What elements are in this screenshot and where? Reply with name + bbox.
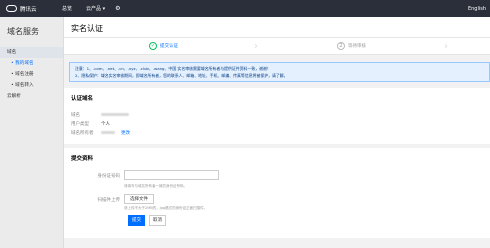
submit-button[interactable]: 提交 [128,214,145,226]
step-submit: ✓ 提交认证 [149,42,178,50]
change-owner-link[interactable]: 更改 [121,130,130,136]
brand-logo[interactable]: 腾讯云 [0,5,55,13]
top-bar: 腾讯云 总览 云产品 ▾ ⚙ English [0,0,490,17]
redacted-value [101,113,129,116]
sidebar-group-dns[interactable]: 云解析 [0,91,63,102]
user-type-row: 用户类型 个人 [71,119,483,128]
sidebar-title: 域名服务 [7,27,39,36]
sidebar-group-domain[interactable]: 域名 [0,47,63,58]
nav-products[interactable]: 云产品 ▾ [79,5,112,12]
notice-line-2: 2、隐私保护：域名实名审核期间，即域名所有者，您的联系人、邮箱、地址、手机、邮编… [75,73,288,78]
language-link[interactable]: English [468,6,490,12]
row-label: 用户类型 [71,121,89,127]
sidebar: 域名服务 域名 • 我的域名 • 域名注册 • 域名转入 云解析 [0,17,64,248]
upload-row: 扫描件上传 选择文件 请上传不大于2MB的，jpg格式的身份证正面扫描件。 [71,193,483,211]
nav-overview[interactable]: 总览 [55,5,79,12]
field-label: 身份证号码 [97,174,121,179]
redacted-value [101,131,115,134]
sidebar-item-transfer[interactable]: • 域名转入 [0,80,63,91]
step-label: 提交认证 [160,44,178,49]
cancel-button[interactable]: 取消 [149,214,166,226]
row-label: 域名 [71,112,80,118]
gear-icon[interactable]: ⚙ [115,5,120,12]
help-text: 请上传不大于2MB的，jpg格式的身份证正面扫描件。 [124,205,208,210]
chevron-right-icon: › [444,41,448,52]
top-nav: 总览 云产品 ▾ ⚙ [55,5,121,12]
chevron-right-icon: › [254,41,258,52]
section-title: 认证域名 [71,96,94,102]
notice-box: 注意：1、.com、.net、.cn、.xyz、.club、.wang、中国 实… [69,62,490,82]
section-title: 提交资料 [71,156,94,162]
form-actions: 提交 取消 [128,214,483,226]
brand-name: 腾讯云 [20,6,37,13]
page-title: 实名认证 [64,17,490,38]
cloud-icon [6,5,17,12]
help-text: 请填写与域名所有者一致的身份证号码。 [124,183,187,188]
id-number-input[interactable] [124,170,219,180]
domain-info-section: 认证域名 域名 用户类型 个人 域名所有者 更改 [64,88,490,144]
choose-file-button[interactable]: 选择文件 [124,193,154,204]
row-value: 个人 [101,121,110,127]
step-number: 2 [337,42,345,50]
domain-row: 域名 [71,110,483,119]
submit-section: 提交资料 身份证号码 请填写与域名所有者一致的身份证号码。 扫描件上传 选择文件… [64,148,490,238]
id-number-row: 身份证号码 请填写与域名所有者一致的身份证号码。 [71,170,483,189]
row-label: 域名所有者 [71,130,94,136]
step-label: 等待审核 [348,44,366,49]
notice-line-1: 注意：1、.com、.net、.cn、.xyz、.club、.wang、中国 实… [75,66,271,71]
sidebar-item-my-domains[interactable]: • 我的域名 [0,58,63,69]
field-label: 扫描件上传 [97,197,121,203]
step-review: 2 等待审核 [337,42,366,50]
main-content: 实名认证 ✓ 提交认证 › 2 等待审核 › 注意：1、.com、.net、.c… [64,17,490,248]
owner-row: 域名所有者 更改 [71,128,483,137]
check-icon: ✓ [149,42,157,50]
sidebar-item-register[interactable]: • 域名注册 [0,69,63,80]
progress-steps: ✓ 提交认证 › 2 等待审核 › [64,38,490,55]
